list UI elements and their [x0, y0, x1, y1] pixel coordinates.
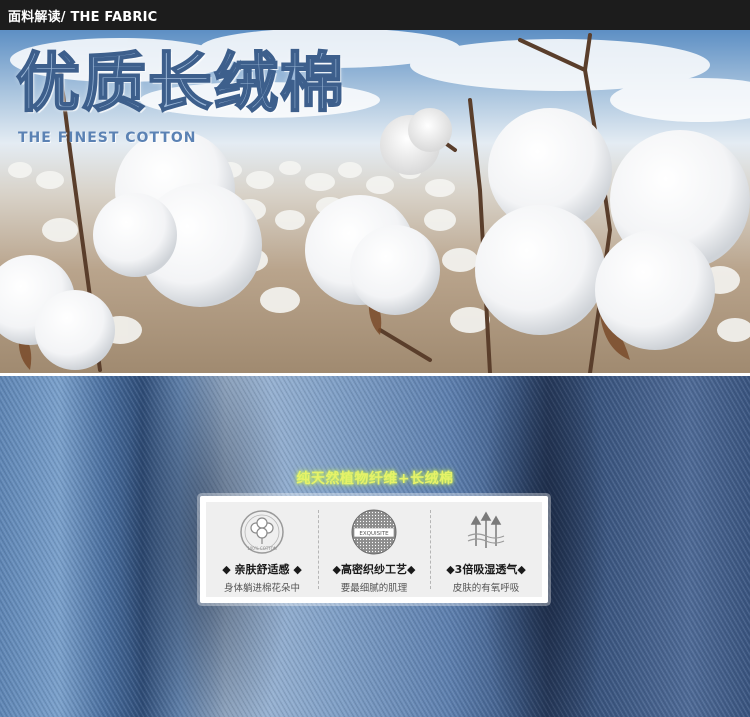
- feature-title: ◆ 亲肤舒适感 ◆: [222, 563, 302, 576]
- feature-skin-comfort: 100% COTTON ◆ 亲肤舒适感 ◆ 身体躺进棉花朵中: [206, 502, 318, 597]
- header-title: 面料解读/ THE FABRIC: [8, 9, 158, 25]
- fabric-intro-page: 面料解读/ THE FABRIC 优质长绒棉 THE FINEST COTTON…: [0, 0, 750, 717]
- section-header: 面料解读/ THE FABRIC: [0, 0, 750, 30]
- cotton-100-percent-icon: 100% COTTON: [240, 510, 284, 554]
- feature-description: 身体躺进棉花朵中: [223, 583, 300, 594]
- exquisite-badge-icon: EXQUISITE: [351, 509, 397, 555]
- feature-description: 要最细腻的肌理: [340, 583, 408, 594]
- banner-subtitle: THE FINEST COTTON: [18, 130, 197, 146]
- feature-high-density-weave: EXQUISITE ◆高密织纱工艺◆ 要最细腻的肌理: [318, 502, 430, 597]
- feature-title: ◆高密织纱工艺◆: [332, 563, 416, 576]
- feature-description: 皮肤的有氧呼吸: [452, 583, 520, 594]
- exquisite-badge-text: EXQUISITE: [359, 531, 389, 537]
- fiber-composition-text: 纯天然植物纤维+长绒棉: [296, 471, 454, 487]
- moisture-wicking-arrows-icon: [467, 511, 505, 548]
- features-panel-inner: 100% COTTON ◆ 亲肤舒适感 ◆ 身体躺进棉花朵中 EXQUISITE…: [206, 502, 542, 597]
- cotton-field-banner: 优质长绒棉 THE FINEST COTTON: [0, 30, 750, 373]
- cotton-badge-text: 100% COTTON: [247, 546, 277, 551]
- feature-moisture-breathable: ◆3倍吸湿透气◆ 皮肤的有氧呼吸: [430, 502, 542, 597]
- feature-title: ◆3倍吸湿透气◆: [446, 563, 526, 576]
- banner-title: 优质长绒棉: [15, 47, 346, 121]
- features-panel: 100% COTTON ◆ 亲肤舒适感 ◆ 身体躺进棉花朵中 EXQUISITE…: [200, 496, 548, 603]
